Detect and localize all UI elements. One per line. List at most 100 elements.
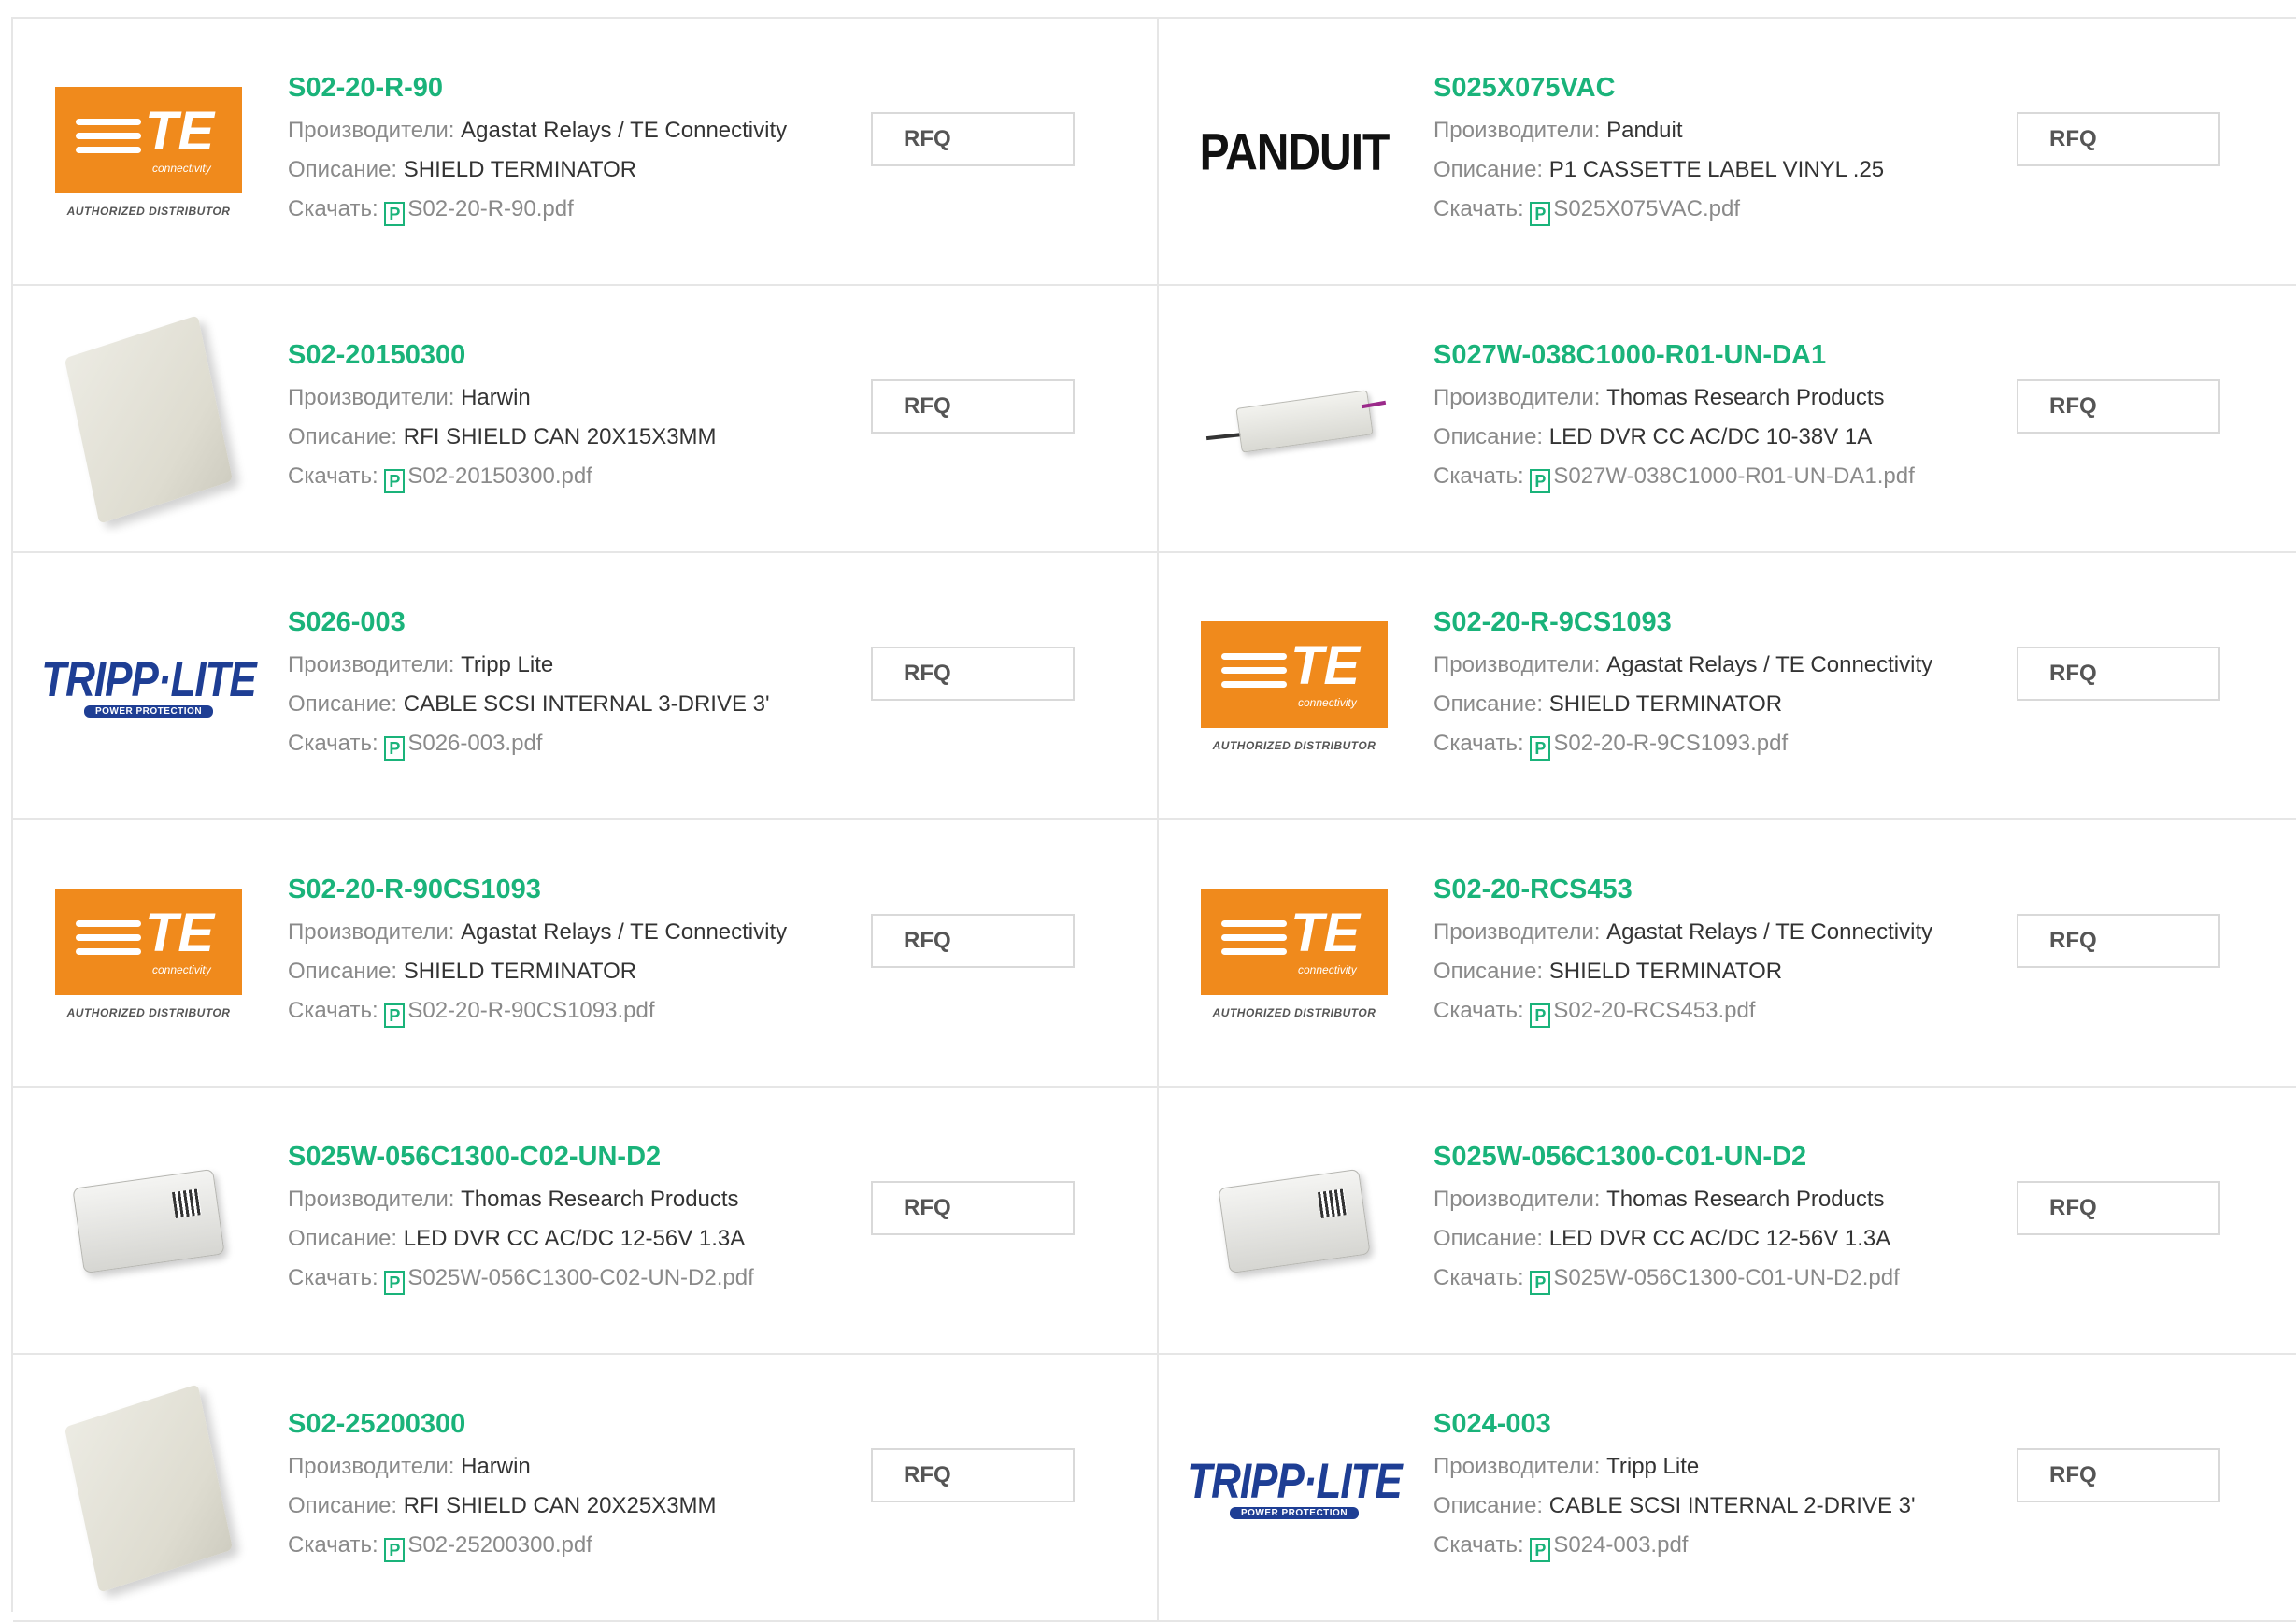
manufacturer-line: Производители: Agastat Relays / TE Conne… <box>288 118 849 144</box>
manufacturer-label: Производители: <box>1433 118 1601 143</box>
pdf-download-link[interactable]: S025X075VAC.pdf <box>1553 196 1740 221</box>
pdf-icon[interactable]: P <box>1530 469 1551 493</box>
manufacturer-line: Производители: Agastat Relays / TE Conne… <box>1433 919 1994 946</box>
led-driver-photo <box>1218 1168 1371 1274</box>
part-number-link[interactable]: S02-20-R-90 <box>288 71 849 105</box>
part-number-link[interactable]: S026-003 <box>288 605 849 639</box>
part-number-link[interactable]: S02-20150300 <box>288 338 849 372</box>
rfq-button[interactable]: RFQ <box>871 647 1075 701</box>
description-line: Описание: LED DVR CC AC/DC 10-38V 1A <box>1433 424 1994 450</box>
description-line: Описание: CABLE SCSI INTERNAL 3-DRIVE 3' <box>288 691 849 718</box>
rfq-button[interactable]: RFQ <box>871 1448 1075 1502</box>
pdf-download-link[interactable]: S024-003.pdf <box>1553 1532 1688 1558</box>
pdf-download-link[interactable]: S02-20-R-9CS1093.pdf <box>1553 731 1788 756</box>
download-label: Скачать: <box>1433 998 1524 1023</box>
pdf-icon[interactable]: P <box>1530 1003 1551 1028</box>
part-number-link[interactable]: S02-20-R-9CS1093 <box>1433 605 1994 639</box>
part-number-link[interactable]: S025W-056C1300-C02-UN-D2 <box>288 1140 849 1174</box>
download-label: Скачать: <box>1433 1532 1524 1558</box>
te-letters: TE <box>1291 635 1361 696</box>
pdf-icon[interactable]: P <box>384 469 406 493</box>
description-line: Описание: RFI SHIELD CAN 20X15X3MM <box>288 424 849 450</box>
pdf-download-link[interactable]: S02-20-R-90CS1093.pdf <box>407 998 654 1023</box>
te-bars-icon <box>1221 920 1287 962</box>
pdf-download-link[interactable]: S025W-056C1300-C01-UN-D2.pdf <box>1553 1265 1899 1290</box>
pdf-icon[interactable]: P <box>1530 1271 1551 1295</box>
download-label: Скачать: <box>1433 731 1524 756</box>
product-image[interactable] <box>1196 1132 1392 1310</box>
pdf-download-link[interactable]: S027W-038C1000-R01-UN-DA1.pdf <box>1553 463 1914 489</box>
tripp-lite-logo: TRIPP·LITE POWER PROTECTION <box>1187 1454 1403 1519</box>
product-image[interactable]: TRIPP·LITE POWER PROTECTION <box>1187 1400 1403 1577</box>
pdf-download-link[interactable]: S02-20-RCS453.pdf <box>1553 998 1755 1023</box>
pdf-download-link[interactable]: S02-25200300.pdf <box>407 1532 592 1558</box>
te-letters: TE <box>145 101 215 162</box>
manufacturer-label: Производители: <box>288 919 455 945</box>
rfq-button[interactable]: RFQ <box>2017 112 2220 166</box>
rfq-button[interactable]: RFQ <box>2017 1448 2220 1502</box>
product-image[interactable]: TRIPP·LITE POWER PROTECTION <box>41 598 257 775</box>
download-label: Скачать: <box>288 1265 378 1290</box>
part-number-link[interactable]: S024-003 <box>1433 1407 1994 1441</box>
manufacturer-line: Производители: Agastat Relays / TE Conne… <box>288 919 849 946</box>
manufacturer-value: Harwin <box>461 1454 531 1479</box>
rfq-button[interactable]: RFQ <box>871 379 1075 434</box>
pdf-download-link[interactable]: S026-003.pdf <box>407 731 542 756</box>
product-image[interactable]: TE connectivity AUTHORIZED DISTRIBUTOR <box>50 64 247 241</box>
product-image[interactable] <box>50 315 247 524</box>
part-number-link[interactable]: S025W-056C1300-C01-UN-D2 <box>1433 1140 1994 1174</box>
rfq-button[interactable]: RFQ <box>2017 379 2220 434</box>
product-image[interactable] <box>50 1384 247 1593</box>
product-card: S02-25200300 Производители: Harwin Описа… <box>13 1355 1159 1622</box>
rfq-button[interactable]: RFQ <box>871 1181 1075 1235</box>
rfq-button[interactable]: RFQ <box>2017 1181 2220 1235</box>
pdf-icon[interactable]: P <box>1530 1538 1551 1562</box>
pdf-icon[interactable]: P <box>1530 202 1551 226</box>
part-number-link[interactable]: S02-25200300 <box>288 1407 849 1441</box>
download-line: Скачать: P S024-003.pdf <box>1433 1532 1994 1562</box>
product-image[interactable] <box>50 1132 247 1310</box>
rfq-button[interactable]: RFQ <box>2017 647 2220 701</box>
description-value: SHIELD TERMINATOR <box>403 959 637 984</box>
pdf-download-link[interactable]: S02-20-R-90.pdf <box>407 196 573 221</box>
product-image[interactable]: PANDUIT <box>1196 64 1392 241</box>
product-card: TRIPP·LITE POWER PROTECTION S026-003 Про… <box>13 553 1159 820</box>
manufacturer-value: Thomas Research Products <box>461 1187 739 1212</box>
pdf-icon[interactable]: P <box>384 1538 406 1562</box>
rfq-button[interactable]: RFQ <box>2017 914 2220 968</box>
pdf-download-link[interactable]: S025W-056C1300-C02-UN-D2.pdf <box>407 1265 753 1290</box>
description-value: LED DVR CC AC/DC 10-38V 1A <box>1548 424 1873 449</box>
tripp-lite-text: TRIPP·LITE <box>1187 1453 1403 1509</box>
rfq-button[interactable]: RFQ <box>871 914 1075 968</box>
pdf-icon[interactable]: P <box>1530 736 1551 761</box>
product-image[interactable]: TE connectivity AUTHORIZED DISTRIBUTOR <box>1196 598 1392 775</box>
part-number-link[interactable]: S027W-038C1000-R01-UN-DA1 <box>1433 338 1994 372</box>
pdf-icon[interactable]: P <box>384 1271 406 1295</box>
download-line: Скачать: P S025X075VAC.pdf <box>1433 196 1994 226</box>
manufacturer-label: Производители: <box>288 1454 455 1479</box>
pdf-icon[interactable]: P <box>384 1003 406 1028</box>
tripp-lite-text: TRIPP·LITE <box>41 651 257 707</box>
te-connectivity-logo: TE connectivity AUTHORIZED DISTRIBUTOR <box>1201 889 1388 1019</box>
product-card: TE connectivity AUTHORIZED DISTRIBUTOR S… <box>13 820 1159 1088</box>
manufacturer-line: Производители: Tripp Lite <box>1433 1454 1994 1480</box>
te-sub: connectivity <box>1298 696 1357 709</box>
part-number-link[interactable]: S02-20-RCS453 <box>1433 873 1994 906</box>
manufacturer-value: Tripp Lite <box>461 652 554 677</box>
product-info: S025X075VAC Производители: Panduit Описа… <box>1433 71 1994 226</box>
download-line: Скачать: P S02-20-R-90CS1093.pdf <box>288 998 849 1028</box>
product-image[interactable]: TE connectivity AUTHORIZED DISTRIBUTOR <box>50 865 247 1043</box>
panduit-logo: PANDUIT <box>1199 123 1390 181</box>
rfq-button[interactable]: RFQ <box>871 112 1075 166</box>
product-info: S027W-038C1000-R01-UN-DA1 Производители:… <box>1433 338 1994 493</box>
pdf-download-link[interactable]: S02-20150300.pdf <box>407 463 592 489</box>
te-connectivity-logo: TE connectivity AUTHORIZED DISTRIBUTOR <box>1201 621 1388 752</box>
download-line: Скачать: P S025W-056C1300-C02-UN-D2.pdf <box>288 1265 849 1295</box>
pdf-icon[interactable]: P <box>384 202 406 226</box>
part-number-link[interactable]: S025X075VAC <box>1433 71 1994 105</box>
authorized-distributor-text: AUTHORIZED DISTRIBUTOR <box>66 1006 231 1019</box>
part-number-link[interactable]: S02-20-R-90CS1093 <box>288 873 849 906</box>
product-image[interactable] <box>1196 331 1392 508</box>
product-image[interactable]: TE connectivity AUTHORIZED DISTRIBUTOR <box>1196 865 1392 1043</box>
pdf-icon[interactable]: P <box>384 736 406 761</box>
